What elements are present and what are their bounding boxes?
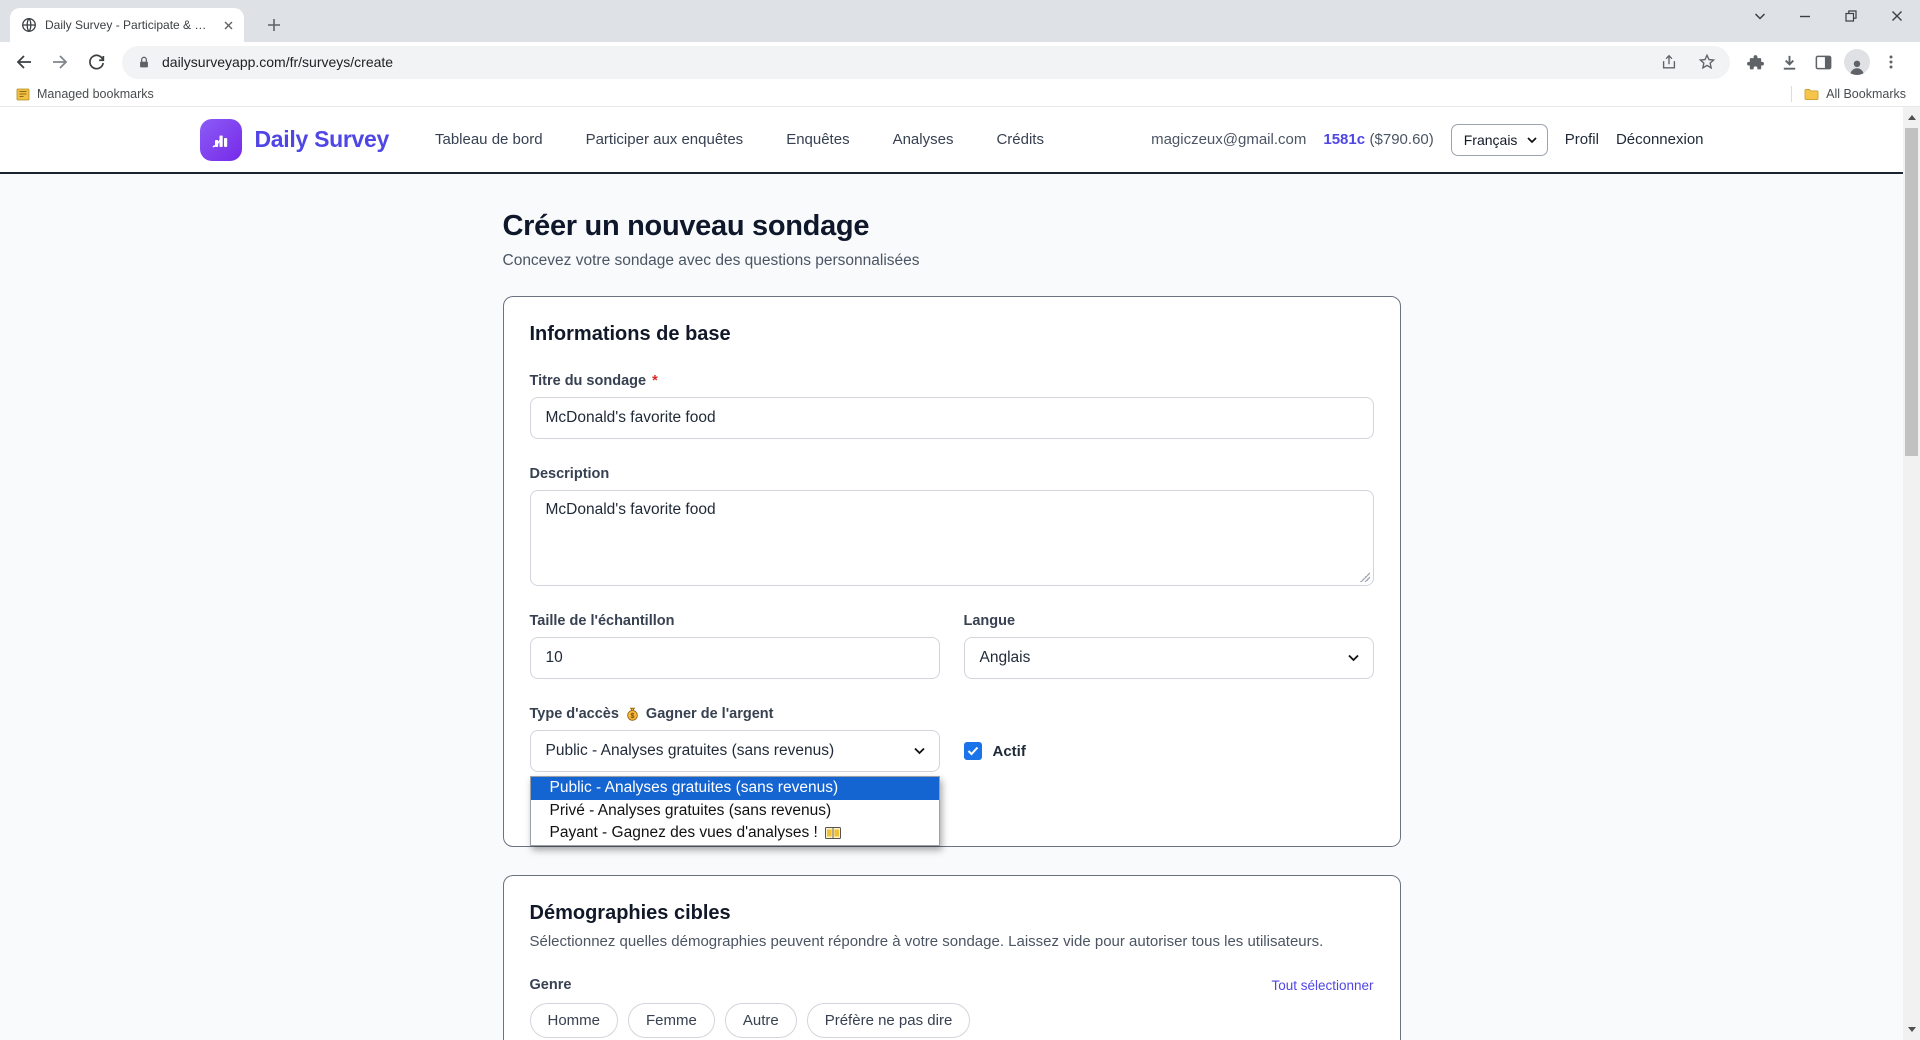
- menu-kebab-icon[interactable]: [1876, 47, 1906, 77]
- folder-icon: [1804, 88, 1819, 101]
- globe-icon: [21, 17, 37, 33]
- nav-credits[interactable]: Crédits: [996, 131, 1044, 148]
- url-text[interactable]: dailysurveyapp.com/fr/surveys/create: [162, 54, 1643, 70]
- main-nav: Tableau de bord Participer aux enquêtes …: [435, 131, 1044, 148]
- extensions-icon[interactable]: [1740, 47, 1770, 77]
- window-minimize-icon[interactable]: [1792, 3, 1818, 29]
- page-subtitle: Concevez votre sondage avec des question…: [503, 252, 1401, 270]
- browser-tab[interactable]: Daily Survey - Participate & Earn: [10, 8, 244, 42]
- credits-amount: 1581c: [1323, 131, 1365, 148]
- description-textarea[interactable]: McDonald's favorite food: [530, 490, 1374, 586]
- nav-analytics[interactable]: Analyses: [893, 131, 954, 148]
- survey-language-value: Anglais: [980, 649, 1031, 667]
- required-asterisk: *: [652, 373, 658, 389]
- browser-tab-strip: Daily Survey - Participate & Earn: [0, 0, 1920, 42]
- banknote-icon: [825, 827, 841, 839]
- chevron-down-icon: [1348, 655, 1359, 662]
- check-icon: [967, 746, 979, 756]
- brand-name[interactable]: Daily Survey: [255, 126, 389, 153]
- genre-pill-prefere-ne-pas-dire[interactable]: Préfère ne pas dire: [807, 1003, 971, 1038]
- window-restore-icon[interactable]: [1838, 3, 1864, 29]
- description-label: Description: [530, 466, 1374, 482]
- genre-pill-homme[interactable]: Homme: [530, 1003, 619, 1038]
- scrollbar-thumb[interactable]: [1905, 128, 1918, 456]
- app-logo[interactable]: [200, 119, 242, 161]
- managed-bookmarks[interactable]: Managed bookmarks: [16, 87, 154, 101]
- demographics-heading: Démographies cibles: [530, 902, 1374, 925]
- web-page: Daily Survey Tableau de bord Participer …: [0, 107, 1903, 1040]
- profile-avatar[interactable]: [1842, 47, 1872, 77]
- credits-usd: ($790.60): [1370, 131, 1434, 148]
- genre-label: Genre: [530, 977, 572, 993]
- dropdown-option-public[interactable]: Public - Analyses gratuites (sans revenu…: [531, 777, 939, 800]
- active-checkbox[interactable]: [964, 742, 982, 760]
- basic-info-card: Informations de base Titre du sondage * …: [503, 296, 1401, 847]
- scrollbar-down-arrow[interactable]: [1903, 1021, 1920, 1038]
- tab-search-chevron-icon[interactable]: [1747, 3, 1773, 29]
- bookmarks-divider: [1791, 86, 1792, 102]
- resize-grip-icon[interactable]: [1360, 572, 1370, 582]
- title-label: Titre du sondage *: [530, 373, 1374, 389]
- window-close-icon[interactable]: [1884, 3, 1910, 29]
- reload-icon[interactable]: [80, 46, 112, 78]
- lock-icon[interactable]: [137, 55, 151, 70]
- bar-chart-icon: [210, 129, 232, 151]
- basic-info-heading: Informations de base: [530, 323, 1374, 346]
- demographics-card: Démographies cibles Sélectionnez quelles…: [503, 875, 1401, 1040]
- side-panel-icon[interactable]: [1808, 47, 1838, 77]
- app-header: Daily Survey Tableau de bord Participer …: [0, 107, 1903, 174]
- survey-language-select[interactable]: Anglais: [964, 637, 1374, 679]
- managed-bookmarks-icon: [16, 87, 30, 101]
- managed-bookmarks-label: Managed bookmarks: [37, 87, 154, 101]
- browser-toolbar: dailysurveyapp.com/fr/surveys/create: [0, 42, 1920, 82]
- language-label: Langue: [964, 613, 1374, 629]
- select-all-link[interactable]: Tout sélectionner: [1271, 978, 1373, 993]
- credits-balance: 1581c ($790.60): [1323, 131, 1433, 149]
- sample-size-input[interactable]: [530, 637, 940, 679]
- chevron-down-icon: [1527, 137, 1537, 143]
- dropdown-option-paid[interactable]: Payant - Gagnez des vues d'analyses !: [531, 822, 939, 845]
- tab-close-icon[interactable]: [221, 18, 236, 33]
- access-type-select[interactable]: Public - Analyses gratuites (sans revenu…: [530, 730, 940, 772]
- access-type-dropdown: Public - Analyses gratuites (sans revenu…: [530, 776, 940, 846]
- profile-link[interactable]: Profil: [1565, 131, 1599, 148]
- all-bookmarks-label: All Bookmarks: [1826, 87, 1906, 101]
- genre-pill-autre[interactable]: Autre: [725, 1003, 797, 1038]
- access-type-value: Public - Analyses gratuites (sans revenu…: [546, 742, 835, 760]
- demographics-subtitle: Sélectionnez quelles démographies peuven…: [530, 933, 1374, 950]
- user-email: magiczeux@gmail.com: [1151, 131, 1306, 148]
- svg-text:$: $: [630, 712, 634, 719]
- bookmark-star-icon[interactable]: [1692, 47, 1722, 77]
- all-bookmarks[interactable]: All Bookmarks: [1804, 87, 1906, 101]
- language-select[interactable]: Français: [1451, 124, 1548, 156]
- tab-title: Daily Survey - Participate & Earn: [45, 18, 213, 32]
- money-bag-icon: $: [625, 707, 640, 722]
- share-icon[interactable]: [1654, 47, 1684, 77]
- page-scrollbar[interactable]: [1903, 107, 1920, 1040]
- active-label: Actif: [993, 743, 1026, 760]
- sample-size-label: Taille de l'échantillon: [530, 613, 940, 629]
- forward-icon[interactable]: [44, 46, 76, 78]
- scrollbar-up-arrow[interactable]: [1903, 109, 1920, 126]
- genre-pill-femme[interactable]: Femme: [628, 1003, 715, 1038]
- page-title: Créer un nouveau sondage: [503, 208, 1401, 244]
- nav-participate[interactable]: Participer aux enquêtes: [586, 131, 744, 148]
- nav-dashboard[interactable]: Tableau de bord: [435, 131, 543, 148]
- survey-title-input[interactable]: [530, 397, 1374, 439]
- dropdown-option-private[interactable]: Privé - Analyses gratuites (sans revenus…: [531, 800, 939, 823]
- access-type-label: Type d'accès $ Gagner de l'argent: [530, 706, 1374, 722]
- logout-link[interactable]: Déconnexion: [1616, 131, 1704, 148]
- back-icon[interactable]: [8, 46, 40, 78]
- chevron-down-icon: [914, 748, 925, 755]
- language-select-value: Français: [1464, 132, 1518, 148]
- address-bar[interactable]: dailysurveyapp.com/fr/surveys/create: [122, 46, 1730, 79]
- download-icon[interactable]: [1774, 47, 1804, 77]
- nav-surveys[interactable]: Enquêtes: [786, 131, 849, 148]
- bookmarks-bar: Managed bookmarks All Bookmarks: [0, 82, 1920, 107]
- new-tab-button[interactable]: [260, 11, 288, 39]
